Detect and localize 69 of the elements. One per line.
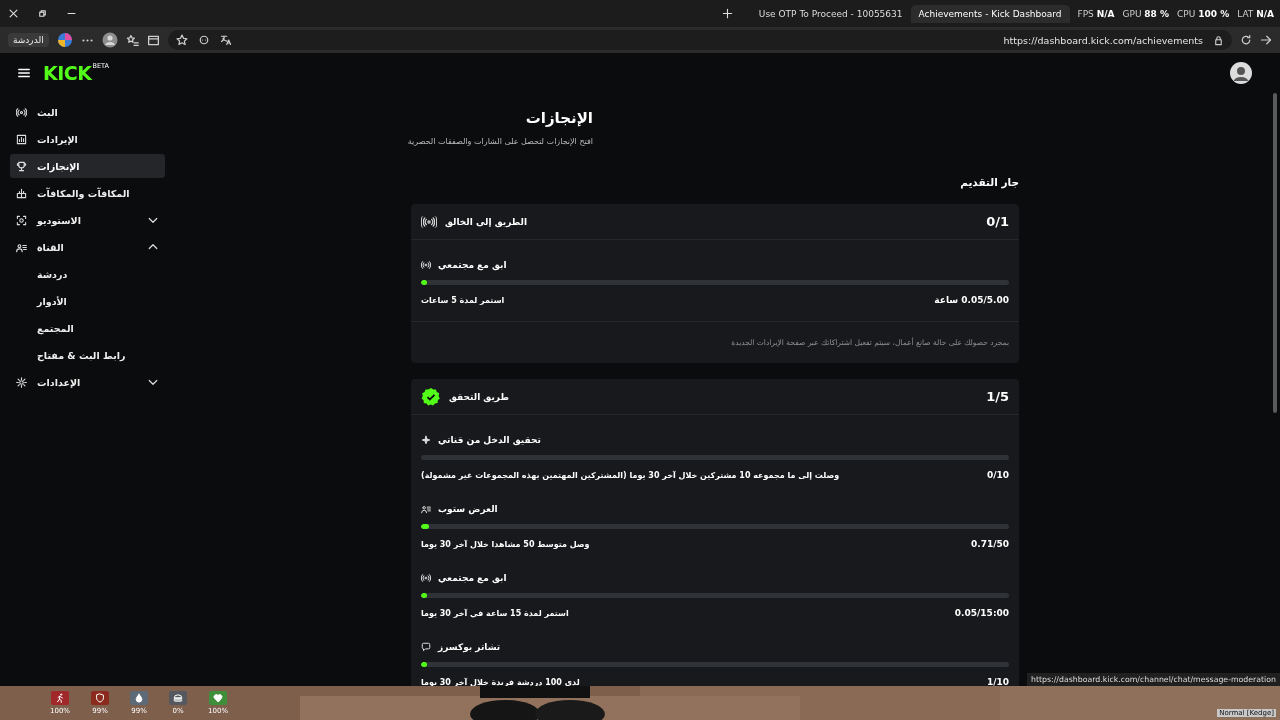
- address-field[interactable]: https://dashboard.kick.com/achievements: [167, 30, 1232, 50]
- progress-count: 0/1: [986, 214, 1009, 229]
- people-icon: [16, 241, 27, 253]
- performance-stat: FPS N/A: [1077, 8, 1115, 19]
- page-title: الإنجازات: [525, 109, 593, 127]
- goal-description: وصل متوسط 50 مشاهدا خلال آخر 30 يوما: [421, 539, 590, 549]
- restore-icon[interactable]: [37, 8, 48, 19]
- broadcast-icon: [16, 106, 27, 118]
- avatar[interactable]: [1230, 62, 1252, 84]
- settings-icon: [16, 376, 27, 388]
- progress-count: 1/5: [986, 389, 1009, 404]
- sidebar-subitem[interactable]: المجتمع: [10, 316, 165, 340]
- emoji-icon[interactable]: [197, 34, 210, 46]
- broadcast-icon: [421, 260, 431, 270]
- goal-value: 1/10: [986, 677, 1009, 686]
- sidebar-subitem[interactable]: دردشة: [10, 262, 165, 286]
- sidebar-subitem[interactable]: رابط البث & مفتاح: [10, 343, 165, 367]
- sidebar-item[interactable]: القناة: [10, 235, 165, 259]
- lock-icon: [1213, 34, 1224, 46]
- card-title: طريق التحقق: [449, 391, 509, 402]
- goal-title: ابق مع مجتمعي: [438, 260, 507, 270]
- goal-description: لدي 100 دردشة فريدة خلال آخر 30 يوما: [421, 677, 580, 686]
- performance-stat: CPU 100 %: [1177, 8, 1230, 19]
- section-heading: جار التقديم: [959, 176, 1019, 188]
- collections-icon[interactable]: [146, 33, 160, 47]
- sidebar-item[interactable]: البث: [10, 100, 165, 124]
- goal-description: استمر لمدة 15 ساعة في آخر 30 يوما: [421, 608, 569, 618]
- sidebar-item[interactable]: الإنجازات: [10, 154, 165, 178]
- broadcast-icon: [421, 573, 431, 583]
- goal-title: تحقيق الدخل من قناتي: [438, 435, 541, 445]
- forward-icon[interactable]: [1260, 34, 1272, 46]
- sidebar-item[interactable]: الاستوديو: [10, 208, 165, 232]
- card-title: الطريق إلى الخالق: [445, 216, 527, 227]
- people-icon: [421, 504, 431, 514]
- performance-stat: GPU 88 %: [1122, 8, 1170, 19]
- goal-value: 0.71/50: [970, 539, 1009, 549]
- chat-bubble-icon: [421, 642, 431, 652]
- performance-stat: LAT N/A: [1237, 8, 1274, 19]
- goal-value: 0.05/5.00 ساعة: [934, 295, 1009, 305]
- browser-tab[interactable]: Use OTP To Proceed - 10055631: [750, 4, 911, 23]
- bar-chart-icon: [16, 133, 27, 145]
- sidebar-subitem[interactable]: الأدوار: [10, 289, 165, 313]
- goal-title: ابق مع مجتمعي: [438, 573, 507, 583]
- star-icon[interactable]: [175, 34, 188, 46]
- new-tab-icon[interactable]: [721, 8, 733, 19]
- browser-tab[interactable]: Achievements - Kick Dashboard: [910, 4, 1070, 23]
- url-text: https://dashboard.kick.com/achievements: [1003, 34, 1203, 46]
- menu-icon[interactable]: [17, 66, 31, 80]
- goal-description: وصلت إلى ما مجموعه 10 مشتركين خلال آخر 30 يوما (المشتركين المهتمين بهذه المجموعات غير مشمولة): [421, 470, 840, 480]
- refresh-icon[interactable]: [1240, 34, 1252, 46]
- gift-icon: [16, 187, 27, 199]
- favorites-icon[interactable]: [125, 33, 139, 47]
- sidebar-item[interactable]: الإيرادات: [10, 127, 165, 151]
- goal-value: 0/10: [986, 470, 1009, 480]
- trophy-icon: [16, 160, 27, 172]
- profile-icon[interactable]: [101, 32, 118, 48]
- goal-title: العرض ستوب: [438, 504, 498, 514]
- sparkle-icon: [421, 435, 431, 445]
- page-subtitle: افتح الإنجازات لتحصل على الشارات والصفقات الحصرية: [407, 137, 593, 146]
- studio-icon: [16, 214, 27, 226]
- goal-description: استمر لمدة 5 ساعات: [421, 295, 505, 305]
- close-icon[interactable]: [8, 8, 19, 19]
- goal-value: 0.05/15:00: [954, 608, 1009, 618]
- sidebar-item[interactable]: الإعدادات: [10, 370, 165, 394]
- kick-logo[interactable]: KICK: [43, 61, 92, 85]
- chat-button[interactable]: الدردشة: [8, 33, 49, 47]
- translate-icon[interactable]: [219, 34, 232, 46]
- sidebar-item[interactable]: المكافآت والمكافآت: [10, 181, 165, 205]
- goal-title: تشاتر بوكسرز: [438, 642, 501, 652]
